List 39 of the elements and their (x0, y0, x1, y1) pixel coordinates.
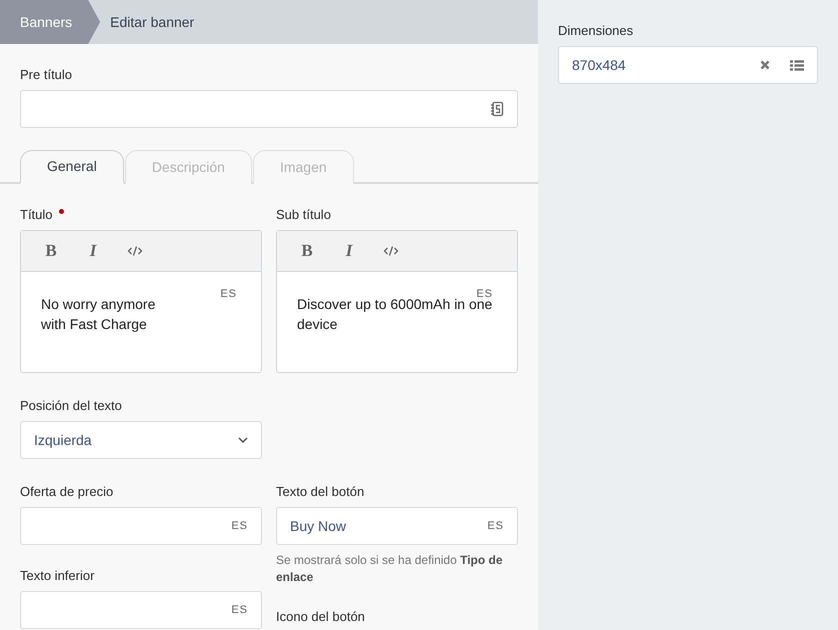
help-text: Se mostrará solo si se ha definido Tipo de enlace (276, 552, 504, 586)
translate-icon[interactable] (490, 101, 504, 117)
text-field[interactable]: ES (20, 591, 262, 629)
text-field[interactable] (20, 90, 518, 128)
breadcrumb-current: Editar banner (109, 12, 194, 32)
language-code: ES (220, 287, 237, 302)
rich-text-editor[interactable]: B I ES Discover up to 6000mAh in one device (276, 230, 518, 373)
text-field[interactable]: Buy Now ES (276, 507, 518, 545)
dropdown[interactable]: Izquierda (20, 421, 262, 459)
field-label: Sub título (276, 206, 331, 224)
language-code: ES (231, 602, 248, 618)
clear-icon[interactable] (760, 60, 770, 70)
field-label: Pre título (20, 66, 72, 84)
text-field[interactable]: 870x484 (558, 46, 818, 84)
dropdown-value: Izquierda (34, 430, 93, 450)
field-value: 870x484 (572, 56, 627, 74)
field-label: Posición del texto (20, 397, 122, 416)
editor-text: No worry anymore with Fast Charge (41, 295, 156, 334)
chevron-down-icon (238, 437, 248, 443)
code-icon (383, 245, 399, 257)
code-icon (127, 245, 143, 257)
italic-button[interactable]: I (75, 236, 111, 266)
bold-button[interactable]: B (289, 236, 325, 266)
language-code: ES (487, 518, 504, 534)
field-label: Título (20, 206, 53, 224)
list-icon[interactable] (790, 60, 804, 70)
field-label: Texto del botón (276, 483, 364, 502)
tab[interactable]: General (20, 150, 124, 184)
language-code: ES (231, 518, 248, 534)
breadcrumb-link[interactable]: Banners (0, 0, 100, 44)
rich-text-editor[interactable]: B I ES No worry anymore with Fast Charge (20, 230, 262, 373)
field-label: Oferta de precio (20, 483, 114, 502)
field-label: Dimensiones (558, 22, 634, 40)
field-label: Texto inferior (20, 567, 94, 586)
field-value: Buy Now (290, 516, 348, 536)
italic-button[interactable]: I (331, 236, 367, 266)
bold-button[interactable]: B (33, 236, 69, 266)
field-label: Icono del botón (276, 608, 365, 626)
text-field[interactable]: ES (20, 507, 262, 545)
